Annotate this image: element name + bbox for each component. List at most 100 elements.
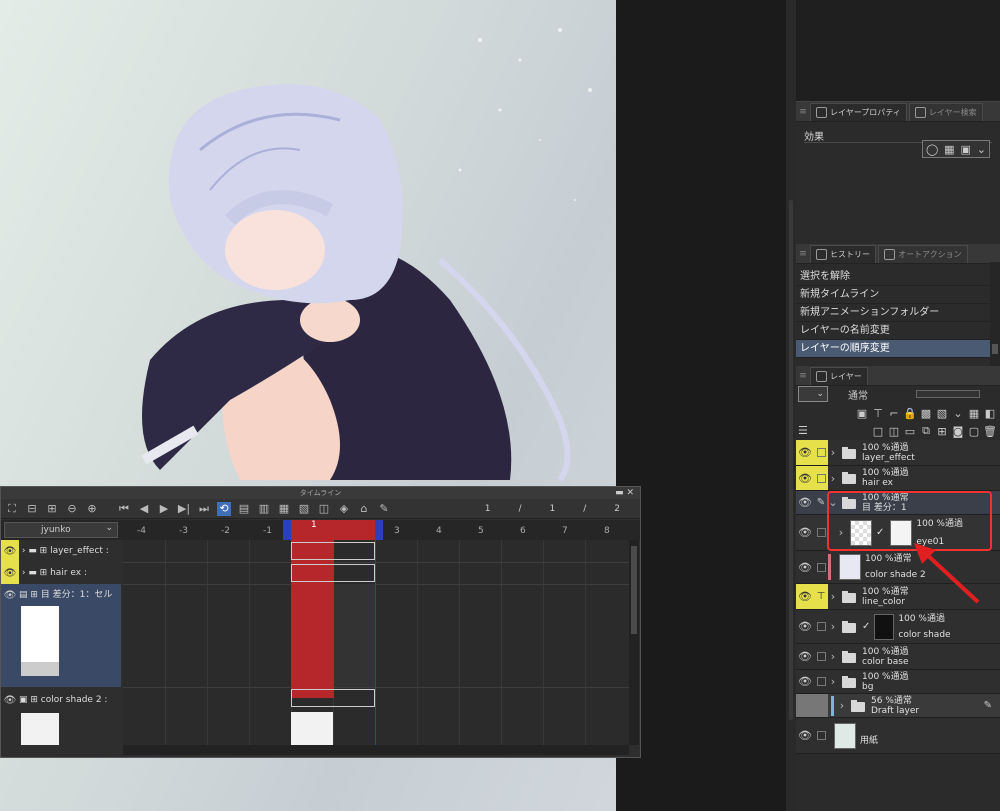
play-icon[interactable]: ▶ [157, 502, 171, 516]
menu-icon[interactable]: ≡ [796, 249, 810, 259]
blend-mode-select[interactable]: 通常 [848, 387, 916, 402]
opacity-slider[interactable] [916, 390, 980, 398]
keyframe-icon[interactable]: ◈ [337, 502, 351, 516]
new-anim-folder-icon[interactable]: ▤ [237, 502, 251, 516]
camera-icon[interactable]: ⌂ [357, 502, 371, 516]
chevron-right-icon[interactable]: › [828, 472, 838, 485]
menu-icon[interactable]: ≡ [796, 107, 810, 117]
chevron-down-icon[interactable]: ⌄ [952, 407, 964, 420]
cel-box[interactable] [291, 564, 375, 582]
new-folder-icon[interactable]: ▭ [904, 425, 916, 438]
palette-icon[interactable]: ◧ [984, 407, 996, 420]
tab-layer-property[interactable]: レイヤープロパティ [810, 102, 907, 121]
chevron-down-icon[interactable]: ⌄ [977, 143, 986, 156]
timeline-select[interactable]: jyunko [4, 521, 118, 538]
timeline-track-selected[interactable]: 👁 ▤ ⊞ 目 差分：1：セル [1, 584, 121, 687]
layer-row[interactable]: › 56 %通常 Draft layer ✎ [796, 694, 1000, 718]
zoom-out-icon[interactable]: ⊖ [65, 502, 79, 516]
chevron-right-icon[interactable]: › [828, 650, 838, 663]
eye-icon[interactable]: 👁 [796, 584, 814, 609]
pen-icon[interactable]: ✎ [814, 491, 828, 514]
history-item[interactable]: 新規タイムライン [796, 286, 990, 304]
last-frame-icon[interactable]: ⏭ [197, 502, 211, 516]
menu-icon[interactable]: ≡ [796, 371, 810, 381]
new-vector-icon[interactable]: ◫ [888, 425, 900, 438]
pen-icon[interactable]: ✎ [377, 502, 391, 516]
tab-layer-search[interactable]: レイヤー検索 [908, 102, 983, 121]
loop-icon[interactable]: ⟲ [217, 501, 231, 516]
history-scrollbar[interactable] [990, 262, 1000, 366]
mask-add-icon[interactable]: ◙ [952, 425, 964, 438]
close-icon[interactable]: ✕ [626, 488, 634, 498]
mask-icon[interactable]: ▧ [936, 407, 948, 420]
new-timeline-icon[interactable]: ⊟ [25, 502, 39, 516]
lock-icon[interactable]: 🔒 [903, 407, 917, 420]
merge-icon[interactable]: ⊞ [936, 425, 948, 438]
lock-checkbox[interactable] [814, 718, 828, 753]
chevron-right-icon[interactable]: › [828, 620, 838, 633]
trash-icon[interactable]: 🗑 [983, 425, 997, 438]
new-raster-icon[interactable]: □ [872, 425, 884, 438]
lock-checkbox[interactable] [814, 694, 828, 717]
eye-icon[interactable]: 👁 [796, 440, 814, 465]
transparency-lock-icon[interactable]: ▩ [920, 407, 932, 420]
timeline-grid[interactable] [123, 540, 629, 745]
lock-checkbox[interactable] [814, 515, 828, 550]
timeline-track[interactable]: 👁 › ▬ ⊞ layer_effect : [1, 540, 121, 562]
eye-icon[interactable]: 👁 [1, 584, 19, 606]
next-frame-icon[interactable]: ▶| [177, 502, 191, 516]
delete-cel-icon[interactable]: ▧ [297, 502, 311, 516]
range-end-marker[interactable] [375, 520, 383, 540]
lock-checkbox[interactable] [814, 644, 828, 669]
eye-icon[interactable]: 👁 [1, 540, 19, 562]
lock-checkbox[interactable] [814, 610, 828, 643]
cel-box[interactable] [291, 689, 375, 707]
timeline-vscrollbar[interactable] [629, 540, 639, 745]
eye-icon[interactable]: 👁 [796, 670, 814, 693]
layer-list-toggle-icon[interactable]: ☰ [798, 424, 808, 437]
timeline-track[interactable]: 👁 › ▬ ⊞ hair ex : [1, 562, 121, 584]
reference-layer-icon[interactable]: ▣ [856, 407, 868, 420]
lock-checkbox[interactable] [814, 551, 828, 583]
layer-row[interactable]: 👁 › ✓ 100 %通過 color shade [796, 610, 1000, 644]
lock-checkbox[interactable] [814, 466, 828, 490]
edit-timeline-icon[interactable]: ⊞ [45, 502, 59, 516]
eye-icon[interactable]: 👁 [796, 491, 814, 514]
zoom-in-icon[interactable]: ⊕ [85, 502, 99, 516]
new-cel-icon[interactable]: ▥ [257, 502, 271, 516]
history-item-selected[interactable]: レイヤーの順序変更 [796, 340, 990, 358]
layer-row[interactable]: 👁 › 100 %通過 color base [796, 644, 1000, 670]
ruler-icon[interactable]: ⊤ [872, 407, 884, 420]
layer-row[interactable]: 👁 › 100 %通過 layer_effect [796, 440, 1000, 466]
chevron-right-icon[interactable]: › [828, 590, 838, 603]
eye-icon[interactable] [796, 694, 814, 717]
chevron-right-icon[interactable]: › [837, 699, 847, 712]
tab-auto-action[interactable]: オートアクション [878, 244, 968, 263]
layer-row[interactable]: 👁 › 100 %通過 hair ex [796, 466, 1000, 491]
tab-history[interactable]: ヒストリー [810, 244, 876, 263]
timeline-track[interactable]: 👁 ▣ ⊞ color shade 2 : [1, 689, 121, 745]
panel-scrollbar[interactable] [786, 0, 796, 811]
apply-mask-icon[interactable]: ▢ [968, 425, 980, 438]
tone-icon[interactable]: ▦ [944, 143, 954, 156]
layer-color-icon[interactable]: ▣ [960, 143, 970, 156]
chevron-right-icon[interactable]: › [828, 675, 838, 688]
tab-layer[interactable]: レイヤー [810, 366, 868, 385]
specify-cel-icon[interactable]: ▦ [277, 502, 291, 516]
eye-icon[interactable]: 👁 [1, 562, 19, 584]
eye-icon[interactable]: 👁 [796, 718, 814, 753]
eye-icon[interactable]: 👁 [796, 515, 814, 550]
timeline-menu-icon[interactable]: ⛶ [5, 502, 19, 516]
cel-box[interactable] [291, 542, 375, 560]
history-item[interactable]: レイヤーの名前変更 [796, 322, 990, 340]
layer-color-dropdown[interactable]: ⌄ [798, 386, 828, 402]
history-item[interactable]: 新規アニメーションフォルダー [796, 304, 990, 322]
timeline-hscrollbar[interactable] [123, 745, 629, 755]
ruler-lock-icon[interactable]: ⊤ [814, 584, 828, 609]
minimize-icon[interactable]: ▬ [615, 488, 624, 498]
frame-ruler[interactable]: -4 -3 -2 -1 1 2 3 4 5 6 7 8 1 [123, 520, 637, 540]
layer-row[interactable]: 👁 › 100 %通過 bg [796, 670, 1000, 694]
eye-icon[interactable]: 👁 [796, 644, 814, 669]
first-frame-icon[interactable]: ⏮ [117, 502, 131, 516]
range-start-marker[interactable] [283, 520, 291, 540]
